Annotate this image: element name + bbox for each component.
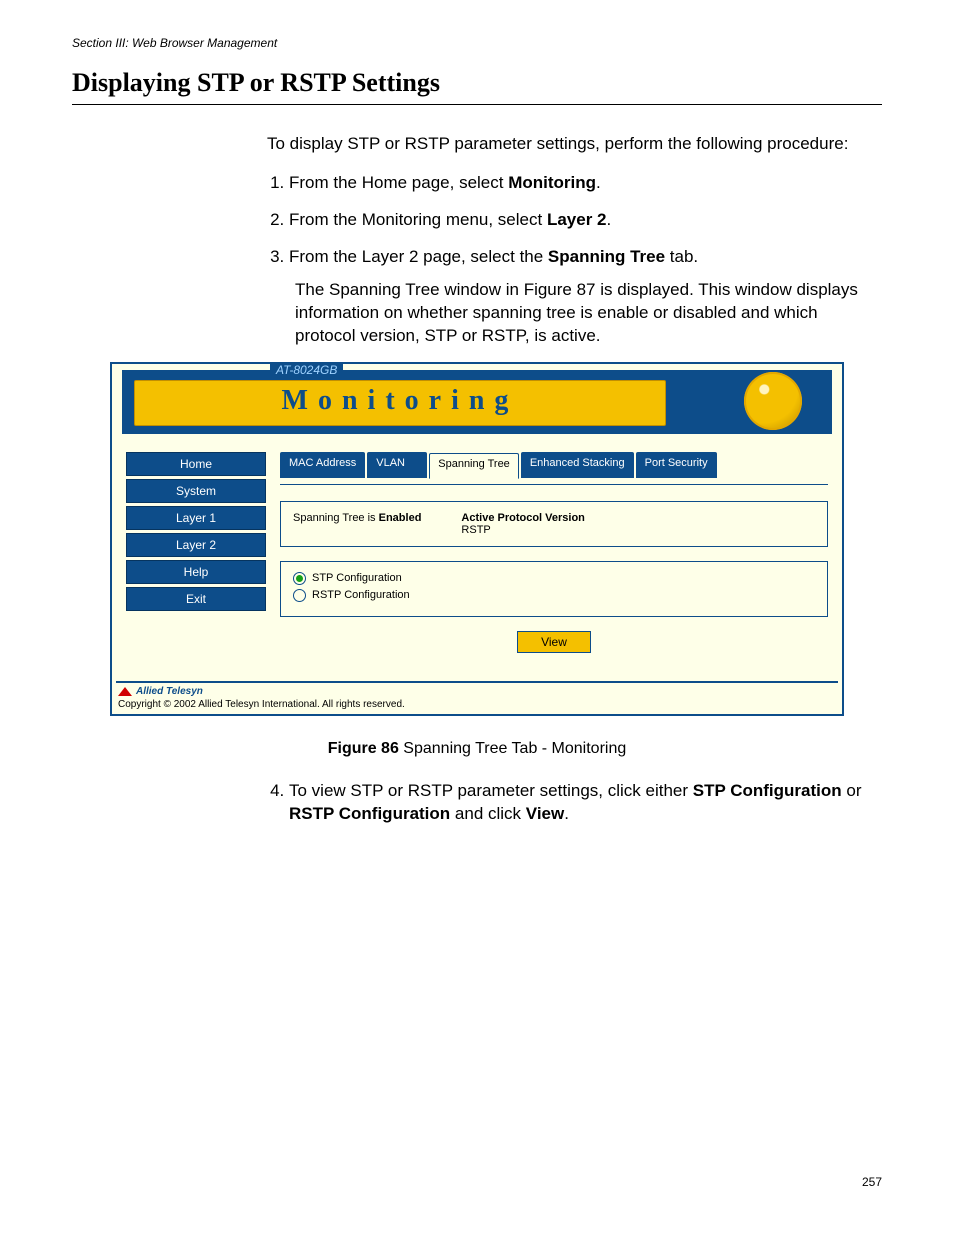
figure-title: Spanning Tree Tab - Monitoring — [399, 740, 626, 757]
step-2-bold: Layer 2 — [547, 210, 607, 229]
spanning-tree-status: Spanning Tree is Enabled — [293, 512, 421, 536]
st-status-value: Enabled — [379, 512, 422, 524]
radio-stp-configuration[interactable]: STP Configuration — [293, 572, 815, 585]
tab-enhanced-stacking[interactable]: Enhanced Stacking — [521, 452, 634, 478]
radio-rstp-label: RSTP Configuration — [312, 589, 410, 601]
figure-caption: Figure 86 Spanning Tree Tab - Monitoring — [72, 740, 882, 758]
nav-home[interactable]: Home — [126, 452, 266, 476]
step-2-pre: From the Monitoring menu, select — [289, 210, 547, 229]
step-1-bold: Monitoring — [508, 173, 596, 192]
step-4-b2: RSTP Configuration — [289, 804, 450, 823]
tab-vlan[interactable]: VLAN — [367, 452, 427, 478]
nav-layer1[interactable]: Layer 1 — [126, 506, 266, 530]
brand-text: Allied Telesyn — [136, 686, 203, 697]
step-3-pre: From the Layer 2 page, select the — [289, 247, 548, 266]
config-radio-box: STP Configuration RSTP Configuration — [280, 561, 828, 617]
step-4-b1: STP Configuration — [693, 781, 842, 800]
figure-number: Figure 86 — [328, 740, 399, 757]
step-4-p2: or — [842, 781, 862, 800]
step-3: From the Layer 2 page, select the Spanni… — [289, 246, 882, 348]
monitoring-banner-text: Monitoring — [135, 381, 665, 417]
main-pane: MAC Address VLAN Spanning Tree Enhanced … — [280, 452, 828, 659]
nav-layer2[interactable]: Layer 2 — [126, 533, 266, 557]
shot-header: AT-8024GB Monitoring — [122, 370, 832, 434]
tab-port-security[interactable]: Port Security — [636, 452, 717, 478]
page-title: Displaying STP or RSTP Settings — [72, 68, 882, 98]
monitoring-banner: Monitoring — [134, 380, 666, 426]
step-2-post: . — [607, 210, 612, 229]
model-label: AT-8024GB — [270, 363, 343, 377]
tab-mac-address[interactable]: MAC Address — [280, 452, 365, 478]
nav-help[interactable]: Help — [126, 560, 266, 584]
nav-system[interactable]: System — [126, 479, 266, 503]
brand-logo: Allied Telesyn — [118, 686, 203, 697]
step-4-b3: View — [526, 804, 564, 823]
side-nav: Home System Layer 1 Layer 2 Help Exit — [126, 452, 266, 659]
intro-text: To display STP or RSTP parameter setting… — [267, 133, 882, 156]
screenshot-monitoring: AT-8024GB Monitoring Home System Layer 1… — [110, 362, 844, 716]
tab-bar: MAC Address VLAN Spanning Tree Enhanced … — [280, 452, 828, 485]
apv-label: Active Protocol Version — [461, 512, 584, 524]
step-1: From the Home page, select Monitoring. — [289, 172, 882, 195]
apv-value: RSTP — [461, 524, 490, 536]
radio-rstp-configuration[interactable]: RSTP Configuration — [293, 589, 815, 602]
step-3-bold: Spanning Tree — [548, 247, 665, 266]
active-protocol-version: Active Protocol Version RSTP — [461, 512, 584, 536]
page-number: 257 — [862, 1175, 882, 1189]
step-4: To view STP or RSTP parameter settings, … — [289, 780, 882, 826]
step-3-post: tab. — [665, 247, 698, 266]
globe-icon — [744, 372, 802, 430]
step-2: From the Monitoring menu, select Layer 2… — [289, 209, 882, 232]
title-rule — [72, 104, 882, 105]
view-button[interactable]: View — [517, 631, 591, 653]
step-1-pre: From the Home page, select — [289, 173, 508, 192]
tab-spanning-tree[interactable]: Spanning Tree — [429, 453, 519, 479]
running-head: Section III: Web Browser Management — [72, 36, 882, 50]
status-box: Spanning Tree is Enabled Active Protocol… — [280, 501, 828, 547]
st-status-pre: Spanning Tree is — [293, 512, 379, 524]
step-4-p3: and click — [450, 804, 526, 823]
step-1-post: . — [596, 173, 601, 192]
radio-icon-selected — [293, 572, 306, 585]
radio-stp-label: STP Configuration — [312, 572, 402, 584]
step-4-p1: To view STP or RSTP parameter settings, … — [289, 781, 693, 800]
step-3-para: The Spanning Tree window in Figure 87 is… — [295, 279, 882, 348]
step-4-p4: . — [564, 804, 569, 823]
shot-footer: Allied Telesyn Copyright © 2002 Allied T… — [116, 681, 838, 714]
radio-icon-unselected — [293, 589, 306, 602]
copyright-text: Copyright © 2002 Allied Telesyn Internat… — [118, 699, 405, 710]
nav-exit[interactable]: Exit — [126, 587, 266, 611]
brand-triangle-icon — [118, 687, 132, 696]
